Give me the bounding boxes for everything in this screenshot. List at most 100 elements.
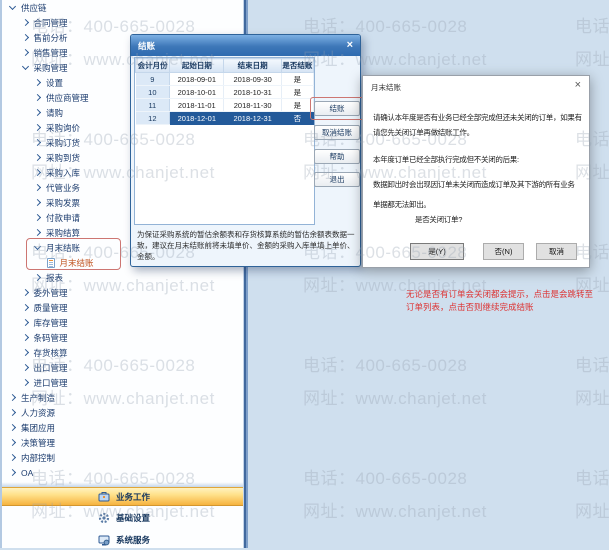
tree-item-label: 进口管理 <box>33 377 68 388</box>
tree-item-label: OA <box>21 467 34 478</box>
chevron-icon <box>33 153 42 162</box>
watermark-text: 网址：www.chanjet.net <box>575 502 609 521</box>
cancel-button[interactable]: 取消 <box>536 243 577 260</box>
watermark-text: 电话：400-665-0028 <box>303 356 468 375</box>
tree-item[interactable]: 报表 <box>2 270 243 285</box>
exit-button[interactable]: 退出 <box>314 172 360 187</box>
tree-item-label: 人力资源 <box>21 407 56 418</box>
chevron-icon <box>8 468 17 477</box>
chevron-icon <box>8 2 17 11</box>
tree-item-label: 采购订货 <box>46 137 81 148</box>
bottom-nav-label: 系统服务 <box>116 535 151 545</box>
confirm-question: 是否关闭订单? <box>415 215 463 224</box>
settle-button[interactable]: 结账 <box>314 101 360 116</box>
tree-item[interactable]: 集团应用 <box>2 420 243 435</box>
dialog-title: 月末结账 <box>371 83 401 92</box>
table-cell: 10 <box>135 85 171 99</box>
table-header-cell[interactable]: 结束日期 <box>223 58 282 73</box>
tree-item[interactable]: 存货核算 <box>2 345 243 360</box>
watermark-text: 电话：400-665-0028 <box>575 17 609 36</box>
table-header-cell[interactable]: 起始日期 <box>169 58 225 73</box>
tree-item[interactable]: 库存管理 <box>2 315 243 330</box>
close-icon[interactable]: × <box>575 79 581 91</box>
tree-item[interactable]: 质量管理 <box>2 300 243 315</box>
tree-item[interactable]: 进口管理 <box>2 375 243 390</box>
chevron-icon <box>33 273 42 282</box>
tree-item-label: 采购到货 <box>46 152 81 163</box>
table-row[interactable]: 10 2018-10-01 2018-10-31 是 <box>135 85 315 99</box>
table-cell: 9 <box>135 72 171 86</box>
table-header-row: 会计月份 起始日期 结束日期 是否结账 <box>134 58 315 73</box>
tree-item-label: 采购管理 <box>33 62 68 73</box>
settlement-dialog-titlebar[interactable]: 结账 × <box>131 35 360 56</box>
table-header-cell[interactable]: 是否结账 <box>280 58 315 73</box>
tree-item[interactable]: 供应链 <box>2 0 243 15</box>
chevron-icon <box>21 48 29 57</box>
gear-icon <box>98 512 110 524</box>
tree-item[interactable]: 出口管理 <box>2 360 243 375</box>
bottom-nav-system-services[interactable]: 系统服务 <box>2 530 245 550</box>
bottom-nav-business-work[interactable]: 业务工作 <box>2 487 245 506</box>
tree-item[interactable]: OA <box>2 465 243 480</box>
table-cell: 是 <box>281 72 315 86</box>
settlement-table-wrap: 会计月份 起始日期 结束日期 是否结账 9 2018-09-01 2018-09-30 是 1… <box>134 57 315 225</box>
tree-item[interactable]: 决策管理 <box>2 435 243 450</box>
bottom-nav-label: 业务工作 <box>116 491 151 502</box>
tree-item-label: 报表 <box>46 272 64 283</box>
table-row[interactable]: 12 2018-12-01 2018-12-31 否 <box>135 111 315 125</box>
watermark-text: 网址：www.chanjet.net <box>575 50 609 69</box>
chevron-icon <box>21 18 29 27</box>
chevron-icon <box>8 438 17 447</box>
tree-item[interactable]: 条码管理 <box>2 330 243 345</box>
annotation-text: 无论是否有订单会关闭都会提示，点击是会跳转至 订单列表，点击否则继续完成结账 <box>406 288 593 314</box>
confirm-text-line: 单据都无法卸出。 <box>373 200 431 209</box>
watermark-text: 电话：400-665-0028 <box>575 469 609 488</box>
watermark-text: 网址：www.chanjet.net <box>303 502 487 521</box>
tree-item-label: 月末结账 <box>46 242 81 253</box>
table-row[interactable]: 9 2018-09-01 2018-09-30 是 <box>135 72 315 86</box>
confirm-text-line: 请确认本年度是否有业务已经全部完成但还未关闭的订单，如果有 <box>373 113 582 122</box>
chevron-icon <box>33 108 42 117</box>
chevron-icon <box>33 183 42 192</box>
no-button[interactable]: 否(N) <box>483 243 524 260</box>
tree-item-label: 设置 <box>46 77 64 88</box>
close-icon[interactable]: × <box>347 40 353 51</box>
table-row[interactable]: 11 2018-11-01 2018-11-30 是 <box>135 98 315 112</box>
cancel-settle-button[interactable]: 取消结账 <box>314 125 360 140</box>
annotation-line: 订单列表，点击否则继续完成结账 <box>406 302 534 312</box>
yes-button[interactable]: 是(Y) <box>410 243 464 260</box>
watermark-text: 网址：www.chanjet.net <box>303 389 487 408</box>
table-header-cell[interactable]: 会计月份 <box>134 58 171 73</box>
tree-item[interactable]: 合同管理 <box>2 15 243 30</box>
table-cell: 11 <box>135 98 171 112</box>
tree-item-label: 销售管理 <box>33 47 68 58</box>
bottom-nav-basic-settings[interactable]: 基础设置 <box>2 508 245 528</box>
chevron-icon <box>33 242 42 251</box>
chevron-icon <box>33 213 42 222</box>
tree-item-label: 出口管理 <box>33 362 68 373</box>
tree-item-label: 库存管理 <box>33 317 68 328</box>
dialog-title: 结账 <box>138 40 156 51</box>
table-cell: 2018-12-31 <box>223 111 282 125</box>
tree-item[interactable]: 内部控制 <box>2 450 243 465</box>
tree-item-label: 月末结账 <box>59 257 94 268</box>
tree-item[interactable]: 人力资源 <box>2 405 243 420</box>
table-cell: 2018-11-30 <box>223 98 282 112</box>
tree-item-label: 委外管理 <box>33 287 68 298</box>
help-button[interactable]: 帮助 <box>314 149 360 164</box>
table-cell: 2018-09-30 <box>223 72 282 86</box>
tree-item-label: 集团应用 <box>21 422 56 433</box>
tree-item-label: 售前分析 <box>33 32 68 43</box>
table-cell: 是 <box>281 85 315 99</box>
watermark-text: 网址：www.chanjet.net <box>575 389 609 408</box>
tree-item-label: 付款申请 <box>46 212 81 223</box>
tree-item-label: 供应商管理 <box>46 92 89 103</box>
document-icon <box>46 257 55 268</box>
table-cell: 否 <box>281 111 315 125</box>
tree-item[interactable]: 委外管理 <box>2 285 243 300</box>
chevron-icon <box>33 78 42 87</box>
tree-item[interactable]: 生产制造 <box>2 390 243 405</box>
chevron-icon <box>33 93 42 102</box>
tree-item-label: 供应链 <box>21 2 47 13</box>
table-cell: 2018-10-31 <box>223 85 282 99</box>
